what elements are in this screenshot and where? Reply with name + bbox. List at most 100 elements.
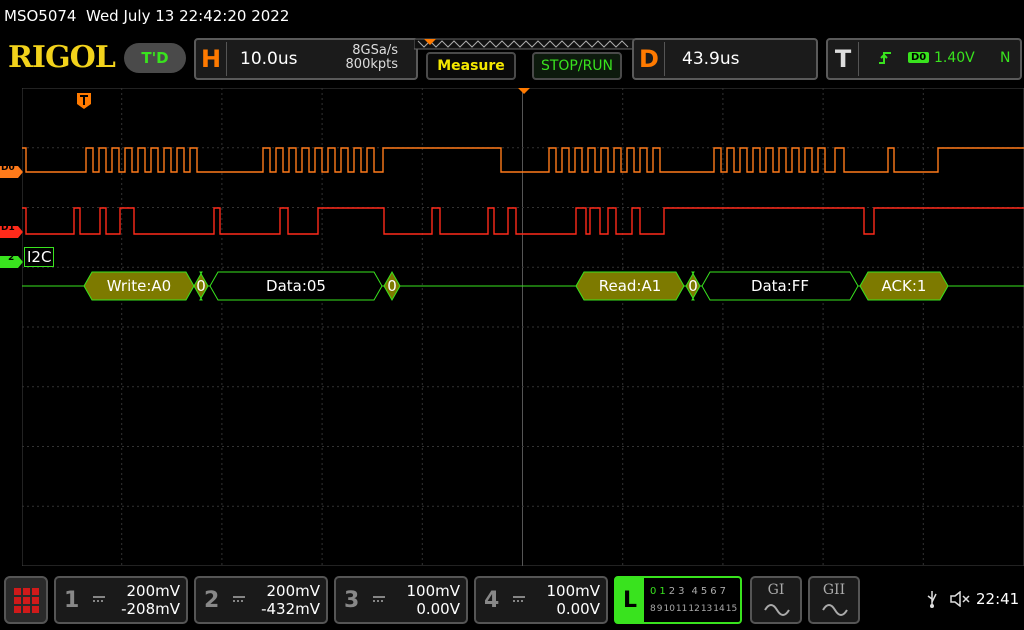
channel-1-box[interactable]: 1 200mV -208mV xyxy=(54,576,188,624)
decode-field-text: Data:05 xyxy=(266,277,326,295)
channel-2-box[interactable]: 2 200mV -432mV xyxy=(194,576,328,624)
horizontal-letter: H xyxy=(200,45,222,73)
logic-analyzer-box[interactable]: L 01234567 8 9 10 11 12 13 14 15 xyxy=(614,576,742,624)
channel-scale: 200mV xyxy=(126,582,180,600)
channel-offset: -432mV xyxy=(261,600,320,618)
delay-value: 43.9us xyxy=(682,49,740,69)
td-button[interactable]: T'D xyxy=(124,43,186,73)
channel-scale: 100mV xyxy=(546,582,600,600)
brand-logo: RIGOL xyxy=(8,40,116,75)
decode-field-text: Write:A0 xyxy=(107,277,171,295)
decode-field-text: 0 xyxy=(387,277,397,295)
trigger-time-marker-icon[interactable] xyxy=(76,92,92,114)
status-time: 22:41 xyxy=(976,590,1020,608)
d0-channel-marker[interactable]: D0 xyxy=(0,163,24,182)
logic-channel-num: 11 xyxy=(675,604,688,614)
generator-1-button[interactable]: GI xyxy=(750,576,802,624)
trigger-level: 1.40V xyxy=(934,50,975,66)
generator-2-label: GII xyxy=(822,582,846,598)
logic-channel-num: 6 xyxy=(710,586,717,597)
logic-channel-num: 12 xyxy=(688,604,700,614)
trigger-source: D0 xyxy=(908,52,930,63)
sample-rate-info: 8GSa/s 800kpts xyxy=(346,44,398,72)
usb-icon xyxy=(926,590,938,612)
channel-values: 100mV 0.00V xyxy=(406,582,460,618)
channel-values: 200mV -208mV xyxy=(121,582,180,618)
model-name: MSO5074 xyxy=(4,7,77,25)
decode-field-text: 0 xyxy=(196,277,206,295)
channel-number: 2 xyxy=(204,588,220,613)
decode-field-text: ACK:1 xyxy=(882,277,927,295)
decode-field-text: Read:A1 xyxy=(599,277,662,295)
memory-strip-svg xyxy=(413,38,635,50)
sine-wave-icon xyxy=(822,602,848,621)
channel-4-box[interactable]: 4 100mV 0.00V xyxy=(474,576,608,624)
delay-letter: D xyxy=(639,45,659,73)
delay-panel[interactable]: D 43.9us xyxy=(632,38,818,80)
grid-icon xyxy=(14,588,40,618)
logic-channels-row1: 01234567 xyxy=(650,586,726,597)
measure-button[interactable]: Measure xyxy=(426,52,516,80)
decode-field-text: 0 xyxy=(688,277,698,295)
channel-values: 100mV 0.00V xyxy=(546,582,600,618)
channel-number: 3 xyxy=(344,588,360,613)
waveform-grid[interactable]: Write:A0 0 Data:05 0 Read:A1 0 Data:FF ACK:1 xyxy=(22,88,1024,566)
model-datetime: MSO5074 Wed July 13 22:42:20 2022 xyxy=(4,7,289,25)
dc-coupling-icon xyxy=(92,587,106,602)
trigger-panel[interactable]: T D0 1.40V N xyxy=(826,38,1022,80)
dc-coupling-icon xyxy=(512,587,526,602)
datetime: Wed July 13 22:42:20 2022 xyxy=(86,7,290,25)
logic-channel-num: 0 xyxy=(650,586,657,597)
stop-run-button[interactable]: STOP/RUN xyxy=(532,52,622,80)
dc-coupling-icon xyxy=(232,587,246,602)
sine-wave-icon xyxy=(764,602,790,621)
channel-3-box[interactable]: 3 100mV 0.00V xyxy=(334,576,468,624)
muted-speaker-icon[interactable] xyxy=(950,590,972,611)
divider xyxy=(858,42,859,76)
title-bar: MSO5074 Wed July 13 22:42:20 2022 xyxy=(0,0,1024,34)
channel-offset: 0.00V xyxy=(556,600,600,618)
memory-depth: 800kpts xyxy=(345,57,398,72)
trigger-mode: N xyxy=(1000,50,1011,66)
logic-channel-num: 8 xyxy=(650,604,656,614)
generator-2-button[interactable]: GII xyxy=(808,576,860,624)
logic-channel-num: 13 xyxy=(700,604,713,614)
trigger-letter: T xyxy=(834,45,852,73)
logic-channel-num: 9 xyxy=(656,604,663,614)
bus-channel-marker[interactable]: 2 xyxy=(0,253,24,272)
d1-label: D1 xyxy=(1,223,15,233)
channel-scale: 200mV xyxy=(266,582,320,600)
divider xyxy=(664,42,665,76)
decode-field-text: Data:FF xyxy=(751,277,809,295)
memory-strip xyxy=(413,36,635,50)
bus-name-label: I2C xyxy=(24,247,55,267)
horizontal-panel[interactable]: H 10.0us 8GSa/s 800kpts xyxy=(194,38,418,80)
d1-channel-marker[interactable]: D1 xyxy=(0,223,24,242)
logic-channel-num: 2 xyxy=(668,586,676,597)
channel-scale: 100mV xyxy=(406,582,460,600)
logic-channel-num: 5 xyxy=(700,586,708,597)
logic-channel-num: 10 xyxy=(663,604,675,614)
apps-button[interactable] xyxy=(4,576,48,624)
logic-channel-num: 4 xyxy=(691,586,698,597)
channel-offset: -208mV xyxy=(121,600,180,618)
bus-marker-label: 2 xyxy=(8,253,15,263)
channel-offset: 0.00V xyxy=(416,600,460,618)
channel-values: 200mV -432mV xyxy=(261,582,320,618)
timebase-value: 10.0us xyxy=(240,49,298,69)
generator-1-label: GI xyxy=(767,582,785,598)
logic-letter: L xyxy=(616,578,644,622)
logic-channel-num: 7 xyxy=(719,586,726,597)
channel-number: 4 xyxy=(484,588,500,613)
divider xyxy=(226,42,227,76)
sample-rate: 8GSa/s xyxy=(352,43,398,58)
d0-label: D0 xyxy=(1,163,15,173)
logic-channel-num: 15 xyxy=(725,604,738,614)
logic-channels-row2: 8 9 10 11 12 13 14 15 xyxy=(650,604,737,614)
channel-number: 1 xyxy=(64,588,80,613)
logic-channel-num: 3 xyxy=(678,586,685,597)
logic-channel-num: 14 xyxy=(713,604,725,614)
dc-coupling-icon xyxy=(372,587,386,602)
rising-edge-icon xyxy=(878,50,892,72)
logic-channel-num: 1 xyxy=(659,586,666,597)
